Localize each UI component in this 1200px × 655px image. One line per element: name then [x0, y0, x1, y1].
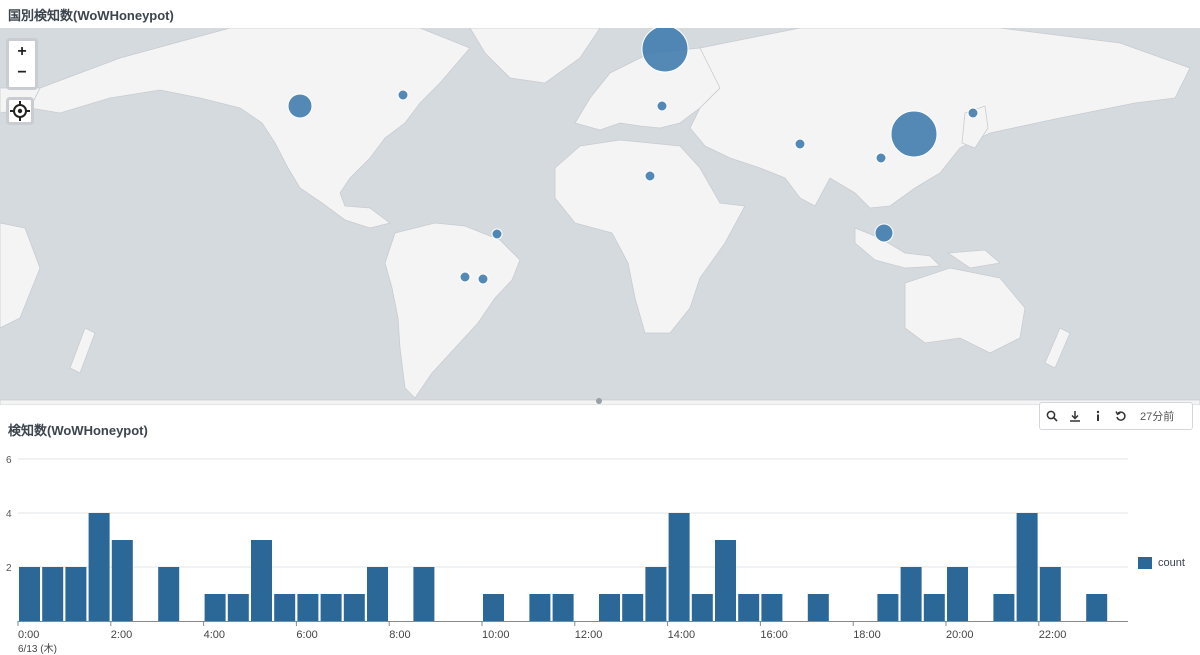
legend-swatch	[1138, 557, 1152, 569]
chart-x-axis: 0:00 2:00 4:00 6:00 8:00 10:00 12:00 14:00 16:00…	[17, 621, 1128, 655]
chart-bar[interactable]	[599, 594, 620, 621]
world-map[interactable]	[0, 28, 1200, 405]
search-icon[interactable]	[1040, 403, 1063, 429]
chart-bar[interactable]	[807, 594, 829, 621]
chart-gridlines	[18, 458, 1128, 568]
x-tick-label: 2:00	[111, 629, 132, 641]
chart-bar[interactable]	[761, 594, 783, 621]
x-tick-label: 4:00	[204, 629, 225, 641]
chart-bar[interactable]	[947, 567, 968, 621]
chart-bar[interactable]	[923, 594, 945, 621]
chart-bar[interactable]	[251, 540, 272, 621]
land-asia	[689, 28, 1191, 209]
land-layer	[0, 28, 1200, 405]
marker-india[interactable]	[794, 138, 806, 150]
y-tick-label: 4	[6, 509, 12, 520]
marker-nigeria[interactable]	[644, 170, 656, 182]
chart-bar[interactable]	[900, 567, 922, 621]
marker-vietnam[interactable]	[875, 152, 887, 164]
y-tick-label: 2	[6, 563, 12, 574]
chart-bar[interactable]	[274, 594, 296, 621]
chart-bar[interactable]	[715, 540, 736, 621]
refresh-time-label: 27分前	[1140, 411, 1175, 423]
chart-bar[interactable]	[42, 567, 64, 621]
chart-bar[interactable]	[297, 594, 319, 621]
chart-bar[interactable]	[65, 567, 87, 621]
chart-bar[interactable]	[552, 594, 574, 621]
chart-bar[interactable]	[691, 594, 713, 621]
chart-bar[interactable]	[483, 594, 504, 621]
marker-china[interactable]	[890, 110, 938, 158]
chart-bar[interactable]	[738, 594, 760, 621]
marker-brazil-south[interactable]	[459, 271, 471, 283]
locate-button[interactable]	[6, 97, 34, 125]
chart-bar[interactable]	[645, 567, 667, 621]
chart-bar[interactable]	[1039, 567, 1061, 621]
panel-resize-handle[interactable]	[596, 398, 602, 404]
land-wrap-left	[0, 222, 41, 329]
chart-bar[interactable]	[668, 513, 690, 621]
x-tick-label: 12:00	[575, 629, 603, 641]
chart-bar[interactable]	[367, 567, 388, 621]
chart-panel-title: 検知数(WoWHoneypot)	[8, 423, 148, 438]
marker-indonesia[interactable]	[874, 223, 894, 243]
refresh-icon[interactable]	[1109, 403, 1132, 429]
land-south-america	[384, 222, 521, 399]
map-panel-title: 国別検知数(WoWHoneypot)	[8, 8, 174, 23]
zoom-control: + −	[6, 38, 38, 90]
zoom-out-button[interactable]: −	[11, 63, 33, 83]
x-tick-label: 16:00	[760, 629, 788, 641]
land-africa	[554, 139, 746, 334]
x-tick-label: 14:00	[668, 629, 696, 641]
chart-bar[interactable]	[111, 540, 133, 621]
x-tick-label: 6:00	[296, 629, 317, 641]
download-icon[interactable]	[1063, 403, 1086, 429]
x-tick-label: 0:00	[18, 629, 39, 641]
chart-y-axis: 2 4 6	[6, 455, 12, 574]
marker-usa-west[interactable]	[287, 93, 313, 119]
x-tick-label: 22:00	[1039, 629, 1067, 641]
chart-bar[interactable]	[19, 567, 40, 621]
marker-usa-east[interactable]	[397, 89, 409, 101]
chart-bar[interactable]	[343, 594, 365, 621]
chart-bar[interactable]	[204, 594, 226, 621]
legend-label: count	[1158, 557, 1185, 569]
marker-russia[interactable]	[641, 28, 689, 73]
chart-bar[interactable]	[529, 594, 551, 621]
chart-legend[interactable]: count	[1138, 557, 1185, 569]
chart-bar[interactable]	[1086, 594, 1108, 621]
x-tick-label: 18:00	[853, 629, 881, 641]
marker-brazil-southeast[interactable]	[477, 273, 489, 285]
x-tick-label: 10:00	[482, 629, 510, 641]
chart-bar[interactable]	[227, 594, 249, 621]
chart-bar[interactable]	[993, 594, 1015, 621]
x-tick-label: 8:00	[389, 629, 410, 641]
detection-count-chart: 2 4 6 0:00 2:00 4:00 6:00 8:00 10:00 12:00 14:00 1…	[6, 455, 1128, 655]
chart-bar[interactable]	[88, 513, 110, 621]
land-greenland	[469, 28, 601, 84]
marker-brazil-northeast[interactable]	[491, 228, 503, 240]
chart-bar[interactable]	[1016, 513, 1038, 621]
chart-bar[interactable]	[877, 594, 899, 621]
land-new-zealand	[1044, 327, 1071, 369]
marker-japan[interactable]	[967, 107, 979, 119]
crosshair-icon	[10, 101, 30, 121]
chart-bar[interactable]	[413, 567, 435, 621]
zoom-in-button[interactable]: +	[11, 42, 33, 62]
marker-turkey[interactable]	[656, 100, 668, 112]
x-axis-date-label: 6/13 (木)	[18, 643, 57, 655]
world-map-canvas[interactable]	[0, 28, 1200, 405]
land-australia	[904, 267, 1026, 354]
x-tick-label: 20:00	[946, 629, 974, 641]
chart-bar[interactable]	[320, 594, 342, 621]
chart-bar[interactable]	[622, 594, 644, 621]
land-new-guinea	[946, 249, 1001, 269]
chart-bar[interactable]	[158, 567, 180, 621]
land-indonesia	[854, 227, 941, 269]
land-north-america	[29, 28, 471, 229]
info-icon[interactable]	[1086, 403, 1109, 429]
panel-toolbar: 27分前	[1039, 402, 1193, 430]
y-tick-label: 6	[6, 455, 12, 466]
land-wrap-nz	[69, 327, 96, 374]
